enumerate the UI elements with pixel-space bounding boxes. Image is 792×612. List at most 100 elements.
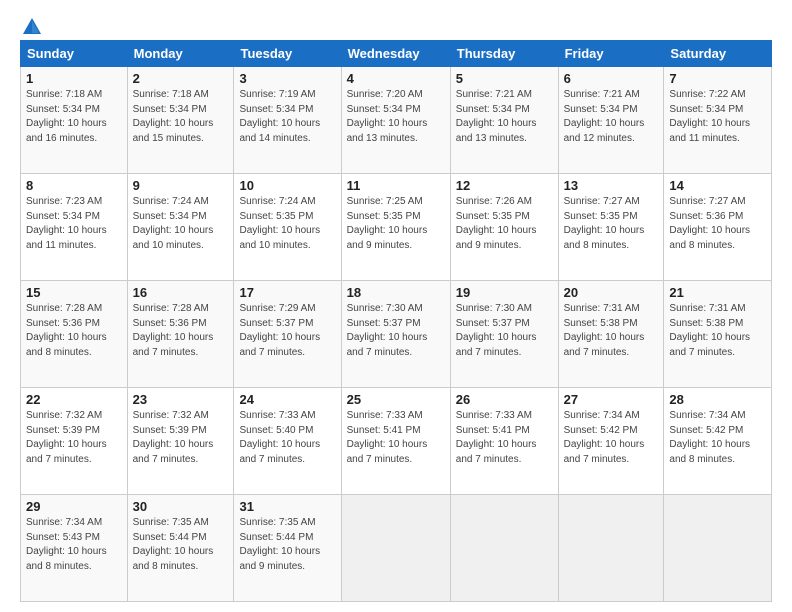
day-number: 26 <box>456 392 553 407</box>
header-day-tuesday: Tuesday <box>234 41 341 67</box>
header-day-friday: Friday <box>558 41 664 67</box>
day-number: 20 <box>564 285 659 300</box>
day-cell: 9 Sunrise: 7:24 AMSunset: 5:34 PMDaylight… <box>127 174 234 281</box>
day-info: Sunrise: 7:28 AMSunset: 5:36 PMDaylight:… <box>26 302 122 360</box>
day-number: 24 <box>239 392 335 407</box>
day-cell: 15 Sunrise: 7:28 AMSunset: 5:36 PMDayligh… <box>21 281 128 388</box>
day-cell: 6Sunrise: 7:21 AMSunset: 5:34 PMDaylight… <box>558 67 664 174</box>
calendar-header: SundayMondayTuesdayWednesdayThursdayFrid… <box>21 41 772 67</box>
day-cell: 1Sunrise: 7:18 AMSunset: 5:34 PMDaylight… <box>21 67 128 174</box>
header-day-saturday: Saturday <box>664 41 772 67</box>
day-cell <box>558 495 664 602</box>
week-row-1: 1Sunrise: 7:18 AMSunset: 5:34 PMDaylight… <box>21 67 772 174</box>
calendar-table: SundayMondayTuesdayWednesdayThursdayFrid… <box>20 40 772 602</box>
day-number: 4 <box>347 71 445 86</box>
header <box>20 18 772 34</box>
day-cell: 24 Sunrise: 7:33 AMSunset: 5:40 PMDayligh… <box>234 388 341 495</box>
day-cell: 27 Sunrise: 7:34 AMSunset: 5:42 PMDayligh… <box>558 388 664 495</box>
calendar-body: 1Sunrise: 7:18 AMSunset: 5:34 PMDaylight… <box>21 67 772 602</box>
day-number: 3 <box>239 71 335 86</box>
day-number: 10 <box>239 178 335 193</box>
day-number: 6 <box>564 71 659 86</box>
day-number: 21 <box>669 285 766 300</box>
day-number: 27 <box>564 392 659 407</box>
day-cell <box>450 495 558 602</box>
day-number: 1 <box>26 71 122 86</box>
day-number: 16 <box>133 285 229 300</box>
day-cell: 25Sunrise: 7:33 AMSunset: 5:41 PMDayligh… <box>341 388 450 495</box>
day-cell: 3Sunrise: 7:19 AMSunset: 5:34 PMDaylight… <box>234 67 341 174</box>
header-day-thursday: Thursday <box>450 41 558 67</box>
day-info: Sunrise: 7:24 AMSunset: 5:34 PMDaylight:… <box>133 195 229 253</box>
day-cell: 30 Sunrise: 7:35 AMSunset: 5:44 PMDayligh… <box>127 495 234 602</box>
day-info: Sunrise: 7:20 AMSunset: 5:34 PMDaylight:… <box>347 88 445 146</box>
day-number: 8 <box>26 178 122 193</box>
week-row-3: 15 Sunrise: 7:28 AMSunset: 5:36 PMDayligh… <box>21 281 772 388</box>
day-cell: 23 Sunrise: 7:32 AMSunset: 5:39 PMDayligh… <box>127 388 234 495</box>
day-cell: 11 Sunrise: 7:25 AMSunset: 5:35 PMDayligh… <box>341 174 450 281</box>
day-cell: 16 Sunrise: 7:28 AMSunset: 5:36 PMDayligh… <box>127 281 234 388</box>
day-info: Sunrise: 7:35 AMSunset: 5:44 PMDaylight:… <box>239 516 335 574</box>
day-cell <box>341 495 450 602</box>
day-info: Sunrise: 7:28 AMSunset: 5:36 PMDaylight:… <box>133 302 229 360</box>
day-info: Sunrise: 7:21 AMSunset: 5:34 PMDaylight:… <box>456 88 553 146</box>
day-cell: 10 Sunrise: 7:24 AMSunset: 5:35 PMDayligh… <box>234 174 341 281</box>
day-number: 11 <box>347 178 445 193</box>
day-number: 22 <box>26 392 122 407</box>
day-number: 5 <box>456 71 553 86</box>
day-cell: 22 Sunrise: 7:32 AMSunset: 5:39 PMDayligh… <box>21 388 128 495</box>
day-info: Sunrise: 7:31 AMSunset: 5:38 PMDaylight:… <box>564 302 659 360</box>
week-row-2: 8 Sunrise: 7:23 AMSunset: 5:34 PMDaylight… <box>21 174 772 281</box>
day-cell: 21Sunrise: 7:31 AMSunset: 5:38 PMDayligh… <box>664 281 772 388</box>
day-cell: 12 Sunrise: 7:26 AMSunset: 5:35 PMDayligh… <box>450 174 558 281</box>
day-cell: 28Sunrise: 7:34 AMSunset: 5:42 PMDayligh… <box>664 388 772 495</box>
day-number: 30 <box>133 499 229 514</box>
week-row-4: 22 Sunrise: 7:32 AMSunset: 5:39 PMDayligh… <box>21 388 772 495</box>
header-row: SundayMondayTuesdayWednesdayThursdayFrid… <box>21 41 772 67</box>
day-info: Sunrise: 7:32 AMSunset: 5:39 PMDaylight:… <box>26 409 122 467</box>
day-cell: 17Sunrise: 7:29 AMSunset: 5:37 PMDayligh… <box>234 281 341 388</box>
day-info: Sunrise: 7:23 AMSunset: 5:34 PMDaylight:… <box>26 195 122 253</box>
day-number: 15 <box>26 285 122 300</box>
day-info: Sunrise: 7:22 AMSunset: 5:34 PMDaylight:… <box>669 88 766 146</box>
day-info: Sunrise: 7:33 AMSunset: 5:40 PMDaylight:… <box>239 409 335 467</box>
day-number: 23 <box>133 392 229 407</box>
day-cell: 2Sunrise: 7:18 AMSunset: 5:34 PMDaylight… <box>127 67 234 174</box>
week-row-5: 29 Sunrise: 7:34 AMSunset: 5:43 PMDayligh… <box>21 495 772 602</box>
logo <box>20 18 43 34</box>
day-number: 12 <box>456 178 553 193</box>
page: SundayMondayTuesdayWednesdayThursdayFrid… <box>0 0 792 612</box>
day-cell: 13Sunrise: 7:27 AMSunset: 5:35 PMDayligh… <box>558 174 664 281</box>
day-number: 31 <box>239 499 335 514</box>
day-cell: 19Sunrise: 7:30 AMSunset: 5:37 PMDayligh… <box>450 281 558 388</box>
day-cell <box>664 495 772 602</box>
day-info: Sunrise: 7:26 AMSunset: 5:35 PMDaylight:… <box>456 195 553 253</box>
day-info: Sunrise: 7:34 AMSunset: 5:43 PMDaylight:… <box>26 516 122 574</box>
day-info: Sunrise: 7:24 AMSunset: 5:35 PMDaylight:… <box>239 195 335 253</box>
day-cell: 26 Sunrise: 7:33 AMSunset: 5:41 PMDayligh… <box>450 388 558 495</box>
day-cell: 7 Sunrise: 7:22 AMSunset: 5:34 PMDaylight… <box>664 67 772 174</box>
day-number: 28 <box>669 392 766 407</box>
day-cell: 8 Sunrise: 7:23 AMSunset: 5:34 PMDaylight… <box>21 174 128 281</box>
day-number: 25 <box>347 392 445 407</box>
header-day-monday: Monday <box>127 41 234 67</box>
day-cell: 29 Sunrise: 7:34 AMSunset: 5:43 PMDayligh… <box>21 495 128 602</box>
day-info: Sunrise: 7:25 AMSunset: 5:35 PMDaylight:… <box>347 195 445 253</box>
day-info: Sunrise: 7:32 AMSunset: 5:39 PMDaylight:… <box>133 409 229 467</box>
day-number: 9 <box>133 178 229 193</box>
header-day-wednesday: Wednesday <box>341 41 450 67</box>
day-number: 2 <box>133 71 229 86</box>
day-number: 29 <box>26 499 122 514</box>
day-number: 14 <box>669 178 766 193</box>
day-info: Sunrise: 7:27 AMSunset: 5:36 PMDaylight:… <box>669 195 766 253</box>
day-info: Sunrise: 7:34 AMSunset: 5:42 PMDaylight:… <box>564 409 659 467</box>
day-info: Sunrise: 7:35 AMSunset: 5:44 PMDaylight:… <box>133 516 229 574</box>
day-info: Sunrise: 7:33 AMSunset: 5:41 PMDaylight:… <box>456 409 553 467</box>
day-number: 7 <box>669 71 766 86</box>
header-day-sunday: Sunday <box>21 41 128 67</box>
day-cell: 14 Sunrise: 7:27 AMSunset: 5:36 PMDayligh… <box>664 174 772 281</box>
day-number: 13 <box>564 178 659 193</box>
logo-icon <box>21 16 43 38</box>
day-info: Sunrise: 7:30 AMSunset: 5:37 PMDaylight:… <box>456 302 553 360</box>
day-info: Sunrise: 7:29 AMSunset: 5:37 PMDaylight:… <box>239 302 335 360</box>
